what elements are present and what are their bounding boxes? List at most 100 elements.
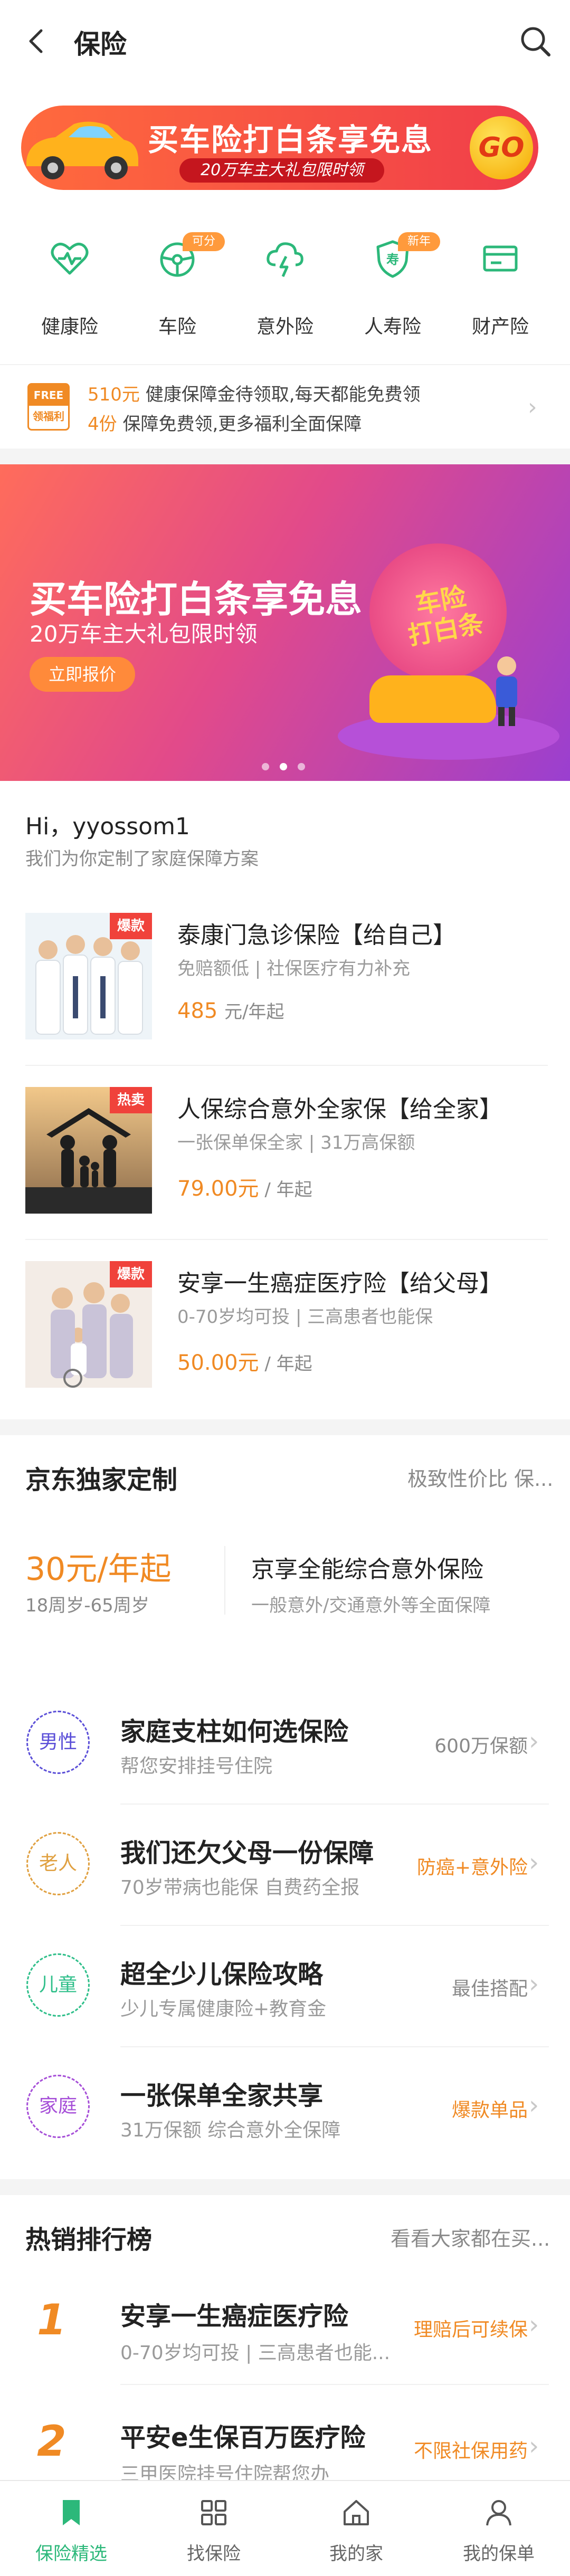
price-unit: / 年起 [259, 1179, 312, 1200]
product-title: 安享一生癌症医疗险【给父母】 [177, 1270, 502, 1297]
guide-item[interactable]: 老人 我们还欠父母一份保障 70岁带病也能保 自费药全报 防癌+意外险 › [0, 1805, 570, 1926]
guide-title: 一张保单全家共享 [120, 2081, 324, 2111]
category-label: 意外险 [256, 316, 314, 338]
rank-title: 安享一生癌症医疗险 [120, 2302, 349, 2331]
guide-title: 家庭支柱如何选保险 [120, 1717, 349, 1747]
grid-icon [201, 2500, 226, 2525]
guide-highlight: 600万保额 [434, 1735, 528, 1757]
free-line-2-text: 保障免费领,更多福利全面保障 [122, 414, 362, 435]
car-insurance-promo-banner[interactable]: 买车险打白条享免息 20万车主大礼包限时领 GO [21, 106, 538, 190]
greeting-title: Hi，yyossom1 [25, 813, 190, 840]
section-more-link[interactable]: 看看大家都在买... [391, 2222, 550, 2251]
guide-subtitle: 少儿专属健康险+教育金 [120, 1998, 327, 2020]
tab-label: 我的家 [329, 2543, 383, 2564]
product-title: 泰康门急诊保险【给自己】 [177, 922, 456, 949]
carousel-dot[interactable] [298, 763, 305, 770]
tab-featured[interactable]: 保险精选 [0, 2481, 142, 2576]
rank-tag: 不限社保用药 [413, 2440, 528, 2462]
product-title: 人保综合意外全家保【给全家】 [177, 1096, 502, 1123]
product-card[interactable]: 爆款 安享一生癌症医疗险【给父母】 0-70岁均可投 | 三高患者也能保 50.… [0, 1240, 570, 1409]
section-more-link[interactable]: 极致性价比 保... [407, 1463, 553, 1492]
rank-title: 平安e生保百万医疗险 [120, 2423, 366, 2453]
category-label: 人寿险 [364, 316, 421, 338]
carousel-dot[interactable] [262, 763, 269, 770]
product-price: 485 元/年起 [177, 997, 284, 1023]
chevron-right-icon: › [529, 2091, 539, 2120]
promo-title: 买车险打白条享免息 [148, 122, 433, 158]
product-card[interactable]: 热卖 人保综合意外全家保【给全家】 一张保单保全家 | 31万高保额 79.00… [0, 1066, 570, 1240]
svg-text:寿: 寿 [386, 252, 399, 267]
chevron-left-icon[interactable] [21, 25, 53, 57]
guide-badge: 老人 [26, 1832, 90, 1895]
guide-badge: 儿童 [26, 1953, 90, 2017]
chevron-right-icon: › [529, 1726, 539, 1756]
guide-highlight: 防癌+意外险 [416, 1857, 528, 1878]
guide-subtitle: 帮您安排挂号住院 [120, 1756, 273, 1777]
bottom-tab-bar: 保险精选 找保险 我的家 我的保单 [0, 2480, 570, 2576]
section-divider [0, 449, 570, 464]
guide-item[interactable]: 儿童 超全少儿保险攻略 少儿专属健康险+教育金 最佳搭配 › [0, 1926, 570, 2047]
tab-find-insurance[interactable]: 找保险 [142, 2481, 285, 2576]
price-unit: / 年起 [259, 1353, 312, 1375]
product-tag: 热卖 [110, 1087, 152, 1113]
guide-item[interactable]: 家庭 一张保单全家共享 31万保额 综合意外全保障 爆款单品 › [0, 2047, 570, 2169]
greeting-subtitle: 我们为你定制了家庭保障方案 [25, 848, 259, 870]
product-card[interactable]: 爆款 泰康门急诊保险【给自己】 免赔额低 | 社保医疗有力补充 485 元/年起 [0, 892, 570, 1066]
free-line-1: 510元 健康保障金待领取,每天都能免费领 [88, 380, 421, 406]
carousel-dot-active[interactable] [280, 763, 287, 770]
free-line-2-highlight: 4份 [88, 414, 117, 435]
category-tag: 可分期 [183, 232, 225, 267]
category-car[interactable]: 可分期 车险 [130, 232, 225, 354]
price-value: 485 [177, 999, 218, 1023]
card-icon [483, 245, 518, 272]
guide-highlight: 最佳搭配 [451, 1978, 528, 2000]
tab-my-home[interactable]: 我的家 [285, 2481, 428, 2576]
search-icon[interactable] [517, 23, 554, 60]
free-benefits-row[interactable]: FREE 领福利 510元 健康保障金待领取,每天都能免费领 4份 保障免费领,… [0, 364, 570, 450]
person-illustration [496, 656, 517, 726]
category-health[interactable]: 健康险 [22, 237, 117, 354]
rank-number: 2 [37, 2417, 66, 2466]
section-divider [0, 1419, 570, 1435]
heart-pulse-icon [51, 243, 89, 275]
free-badge-top: FREE [29, 385, 68, 406]
main-carousel-banner[interactable]: 买车险打白条享免息 20万车主大礼包限时领 立即报价 车险 打白条 [0, 464, 570, 781]
guide-item[interactable]: 男性 家庭支柱如何选保险 帮您安排挂号住院 600万保额 › [0, 1683, 570, 1805]
free-badge-bottom: 领福利 [33, 410, 64, 423]
guide-title: 超全少儿保险攻略 [120, 1960, 324, 1989]
guide-title: 我们还欠父母一份保障 [120, 1838, 374, 1868]
chevron-right-icon: › [529, 2431, 539, 2461]
jd-price: 30元/年起 [25, 1551, 172, 1588]
page-title: 保险 [74, 29, 127, 60]
jd-age-range: 18周岁-65周岁 [25, 1595, 149, 1616]
price-value: 50.00元 [177, 1351, 259, 1375]
product-price: 50.00元 / 年起 [177, 1346, 312, 1376]
tab-label: 找保险 [187, 2543, 241, 2564]
rank-item[interactable]: 1 安享一生癌症医疗险 0-70岁均可投 | 三高患者也能... 理赔后可续保 … [0, 2264, 570, 2385]
rank-number: 1 [37, 2295, 66, 2344]
category-property[interactable]: 财产险 [453, 237, 548, 354]
app-header: 保险 [0, 0, 570, 84]
divider [224, 1546, 225, 1615]
product-tag: 爆款 [110, 913, 152, 939]
guide-badge: 男性 [26, 1711, 90, 1774]
guide-subtitle: 31万保额 综合意外全保障 [120, 2120, 341, 2141]
go-button[interactable]: GO [470, 116, 533, 179]
rank-tag: 理赔后可续保 [413, 2319, 528, 2341]
quote-button[interactable]: 立即报价 [30, 657, 135, 692]
car-illustration [26, 121, 138, 179]
tab-my-policies[interactable]: 我的保单 [428, 2481, 570, 2576]
guide-highlight: 爆款单品 [451, 2100, 528, 2121]
product-desc: 一张保单保全家 | 31万高保额 [177, 1132, 415, 1153]
cloud-lightning-icon [267, 242, 303, 278]
car-illustration [369, 675, 496, 723]
free-line-1-highlight: 510元 [88, 384, 140, 405]
home-icon [344, 2500, 369, 2525]
free-line-2: 4份 保障免费领,更多福利全面保障 [88, 409, 362, 435]
banner-title: 买车险打白条享免息 [30, 578, 362, 621]
section-title: 京东独家定制 [25, 1465, 178, 1495]
price-unit: 元/年起 [224, 1001, 284, 1023]
product-price: 79.00元 / 年起 [177, 1171, 312, 1202]
category-life[interactable]: 寿 新年金 人寿险 [345, 232, 440, 354]
category-accident[interactable]: 意外险 [238, 237, 332, 354]
